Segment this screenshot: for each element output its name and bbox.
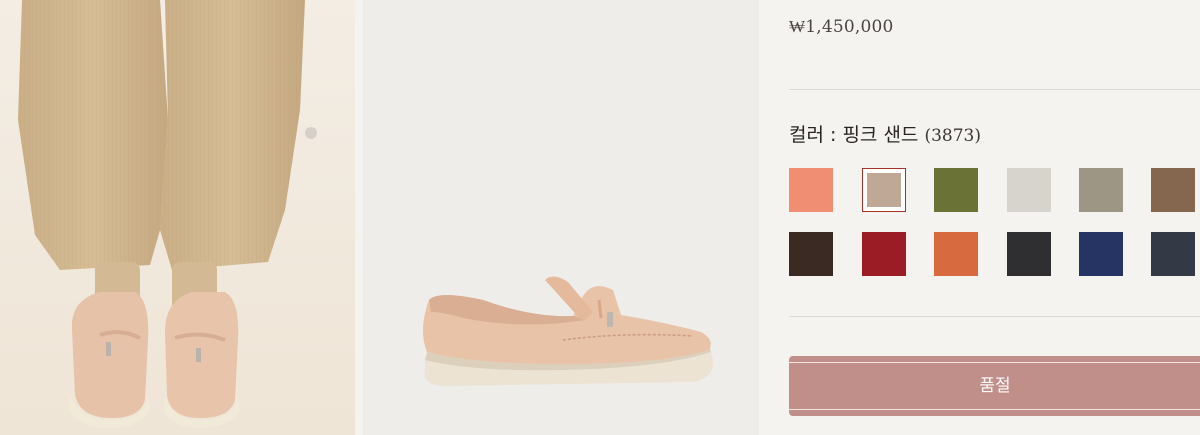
color-swatch-selected[interactable] bbox=[862, 168, 906, 212]
color-name: 컬러 : 핑크 샌드 bbox=[789, 124, 925, 146]
color-swatch[interactable] bbox=[862, 232, 906, 276]
swatch-fill bbox=[862, 232, 906, 276]
color-swatch[interactable] bbox=[1151, 168, 1195, 212]
swatch-fill bbox=[934, 168, 978, 212]
color-swatch[interactable] bbox=[789, 232, 833, 276]
color-swatch[interactable] bbox=[934, 232, 978, 276]
color-swatch[interactable] bbox=[1079, 168, 1123, 212]
swatch-fill bbox=[1151, 232, 1195, 276]
swatch-fill bbox=[789, 232, 833, 276]
swatch-fill bbox=[934, 232, 978, 276]
product-photo bbox=[363, 0, 759, 435]
color-swatch[interactable] bbox=[1007, 168, 1051, 212]
color-selection-label: 컬러 : 핑크 샌드 (3873) bbox=[789, 120, 981, 147]
carousel-dot[interactable] bbox=[305, 127, 317, 139]
sold-out-label: 품절 bbox=[979, 376, 1011, 396]
color-swatch[interactable] bbox=[934, 168, 978, 212]
divider bbox=[789, 89, 1200, 90]
swatch-fill bbox=[1007, 168, 1051, 212]
color-swatch[interactable] bbox=[1007, 232, 1051, 276]
color-swatch[interactable] bbox=[1079, 232, 1123, 276]
product-info-panel: ₩1,450,000 컬러 : 핑크 샌드 (3873) 품절 bbox=[759, 0, 1200, 435]
model-photo bbox=[0, 0, 355, 435]
swatch-fill bbox=[1079, 232, 1123, 276]
color-swatch[interactable] bbox=[789, 168, 833, 212]
divider bbox=[789, 316, 1200, 317]
color-swatch[interactable] bbox=[1151, 232, 1195, 276]
color-code: (3873) bbox=[924, 126, 981, 146]
swatch-fill bbox=[867, 173, 901, 207]
swatch-fill bbox=[1007, 232, 1051, 276]
swatch-fill bbox=[1151, 168, 1195, 212]
swatch-fill bbox=[1079, 168, 1123, 212]
swatch-fill bbox=[789, 168, 833, 212]
product-price: ₩1,450,000 bbox=[789, 17, 894, 37]
sold-out-button[interactable]: 품절 bbox=[789, 356, 1200, 416]
